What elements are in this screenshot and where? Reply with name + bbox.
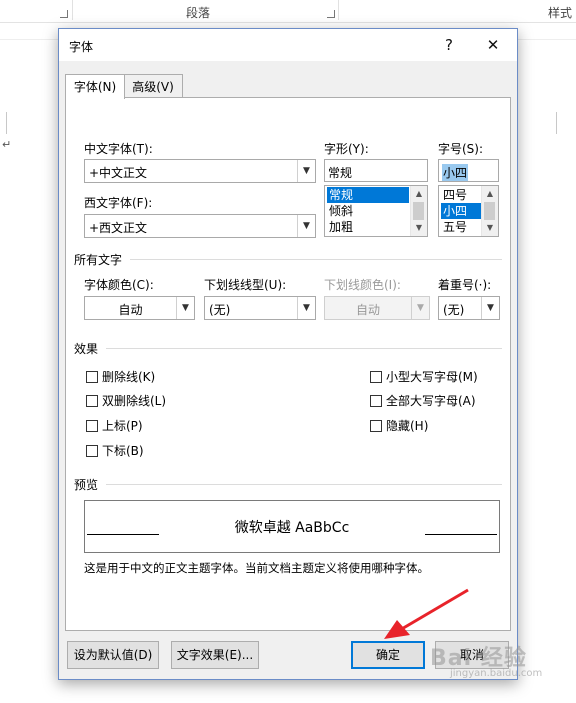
chevron-down-icon[interactable]: ▼ <box>297 215 315 237</box>
superscript-label[interactable]: 上标(P) <box>102 417 143 434</box>
underline-color-combobox: 自动 ▼ <box>324 296 430 320</box>
list-item[interactable]: 倾斜 <box>327 203 409 219</box>
page-margin-mark <box>6 112 7 134</box>
all-caps-checkbox[interactable] <box>370 395 382 407</box>
annotation-arrow-icon <box>384 588 469 639</box>
section-effects: 效果 <box>74 342 99 356</box>
subscript-checkbox[interactable] <box>86 445 98 457</box>
tab-advanced[interactable]: 高级(V) <box>123 74 183 99</box>
underline-color-value: 自动 <box>355 303 380 317</box>
list-item[interactable]: 五号 <box>441 219 481 235</box>
font-color-label: 字体颜色(C): <box>84 278 154 292</box>
chinese-font-combobox[interactable]: +中文正文 ▼ <box>84 159 316 183</box>
list-item[interactable]: 加粗 <box>327 219 409 235</box>
chevron-down-icon: ▼ <box>411 297 429 319</box>
chevron-down-icon[interactable]: ▼ <box>297 160 315 182</box>
emphasis-label: 着重号(·): <box>438 278 492 292</box>
paragraph-group-launcher-icon[interactable] <box>327 10 335 18</box>
section-all-text: 所有文字 <box>74 253 123 267</box>
font-size-value: 小四 <box>442 164 469 181</box>
section-preview: 预览 <box>74 478 99 492</box>
subscript-label[interactable]: 下标(B) <box>102 442 144 459</box>
chevron-down-icon[interactable]: ▼ <box>481 297 499 319</box>
emphasis-combobox[interactable]: (无) ▼ <box>438 296 500 320</box>
western-font-value: +西文正文 <box>89 221 148 235</box>
ribbon-separator <box>72 0 73 20</box>
dialog-title: 字体 <box>69 40 94 54</box>
font-size-input[interactable]: 小四 <box>438 159 499 182</box>
ribbon-group-styles: 样式 <box>548 6 573 20</box>
underline-style-label: 下划线线型(U): <box>204 278 287 292</box>
section-divider <box>106 348 502 349</box>
font-style-value: 常规 <box>328 166 353 180</box>
set-default-button[interactable]: 设为默认值(D) <box>67 641 159 669</box>
underline-style-value: (无) <box>209 303 231 317</box>
underline-color-label: 下划线颜色(I): <box>324 278 401 292</box>
font-group-launcher-icon[interactable] <box>60 10 68 18</box>
double-strikethrough-checkbox[interactable] <box>86 395 98 407</box>
font-style-label: 字形(Y): <box>324 142 369 156</box>
font-style-list[interactable]: 常规 倾斜 加粗 ▲ ▼ <box>324 185 428 237</box>
arrow-shaft <box>399 588 469 632</box>
ribbon-group-paragraph: 段落 <box>186 6 211 20</box>
font-dialog: 字体 ? ✕ 字体(N) 高级(V) 中文字体(T): +中文正文 ▼ 西文字体… <box>58 28 518 680</box>
all-caps-label[interactable]: 全部大写字母(A) <box>386 392 476 409</box>
font-tab-panel: 中文字体(T): +中文正文 ▼ 西文字体(F): +西文正文 ▼ 字形(Y):… <box>65 97 511 631</box>
ribbon-bar: 段落 样式 <box>0 0 576 23</box>
paragraph-mark-icon: ↵ <box>2 138 12 151</box>
scroll-up-icon[interactable]: ▲ <box>482 187 498 201</box>
list-item[interactable]: 四号 <box>441 187 481 203</box>
baidu-watermark-url: jingyan.baidu.com <box>450 668 543 679</box>
font-style-input[interactable]: 常规 <box>324 159 428 182</box>
page-margin-mark <box>556 112 557 134</box>
section-divider <box>106 484 502 485</box>
small-caps-checkbox[interactable] <box>370 371 382 383</box>
hidden-checkbox[interactable] <box>370 420 382 432</box>
western-font-label: 西文字体(F): <box>84 196 153 210</box>
font-size-label: 字号(S): <box>438 142 484 156</box>
double-strikethrough-label[interactable]: 双删除线(L) <box>102 392 166 409</box>
superscript-checkbox[interactable] <box>86 420 98 432</box>
ok-button[interactable]: 确定 <box>351 641 425 669</box>
font-color-combobox[interactable]: 自动 ▼ <box>84 296 195 320</box>
font-preview-box: 微软卓越 AaBbCc <box>84 500 500 553</box>
scroll-up-icon[interactable]: ▲ <box>411 187 427 201</box>
help-button[interactable]: ? <box>437 35 461 55</box>
font-style-scrollbar[interactable]: ▲ ▼ <box>410 186 427 236</box>
arrow-head <box>384 620 410 639</box>
scroll-down-icon[interactable]: ▼ <box>482 221 498 235</box>
strikethrough-checkbox[interactable] <box>86 371 98 383</box>
underline-style-combobox[interactable]: (无) ▼ <box>204 296 316 320</box>
hidden-label[interactable]: 隐藏(H) <box>386 417 428 434</box>
font-color-value: 自动 <box>118 303 143 317</box>
ribbon-separator <box>338 0 339 20</box>
strikethrough-label[interactable]: 删除线(K) <box>102 368 155 385</box>
small-caps-label[interactable]: 小型大写字母(M) <box>386 368 478 385</box>
tab-font[interactable]: 字体(N) <box>65 74 125 99</box>
preview-baseline-right <box>425 534 497 535</box>
list-item[interactable]: 常规 <box>327 187 409 203</box>
text-effects-button[interactable]: 文字效果(E)... <box>171 641 259 669</box>
font-size-list[interactable]: 四号 小四 五号 ▲ ▼ <box>438 185 499 237</box>
section-divider <box>130 259 502 260</box>
font-size-scrollbar[interactable]: ▲ ▼ <box>481 186 498 236</box>
scroll-down-icon[interactable]: ▼ <box>411 221 427 235</box>
chevron-down-icon[interactable]: ▼ <box>176 297 194 319</box>
scroll-thumb[interactable] <box>413 202 424 220</box>
western-font-combobox[interactable]: +西文正文 ▼ <box>84 214 316 238</box>
emphasis-value: (无) <box>443 303 465 317</box>
preview-description: 这是用于中文的正文主题字体。当前文档主题定义将使用哪种字体。 <box>84 561 429 575</box>
chevron-down-icon[interactable]: ▼ <box>297 297 315 319</box>
close-icon[interactable]: ✕ <box>481 35 505 55</box>
list-item[interactable]: 小四 <box>441 203 481 219</box>
chinese-font-label: 中文字体(T): <box>84 142 153 156</box>
scroll-thumb[interactable] <box>484 202 495 220</box>
chinese-font-value: +中文正文 <box>89 166 148 180</box>
dialog-titlebar: 字体 ? ✕ <box>59 29 517 61</box>
